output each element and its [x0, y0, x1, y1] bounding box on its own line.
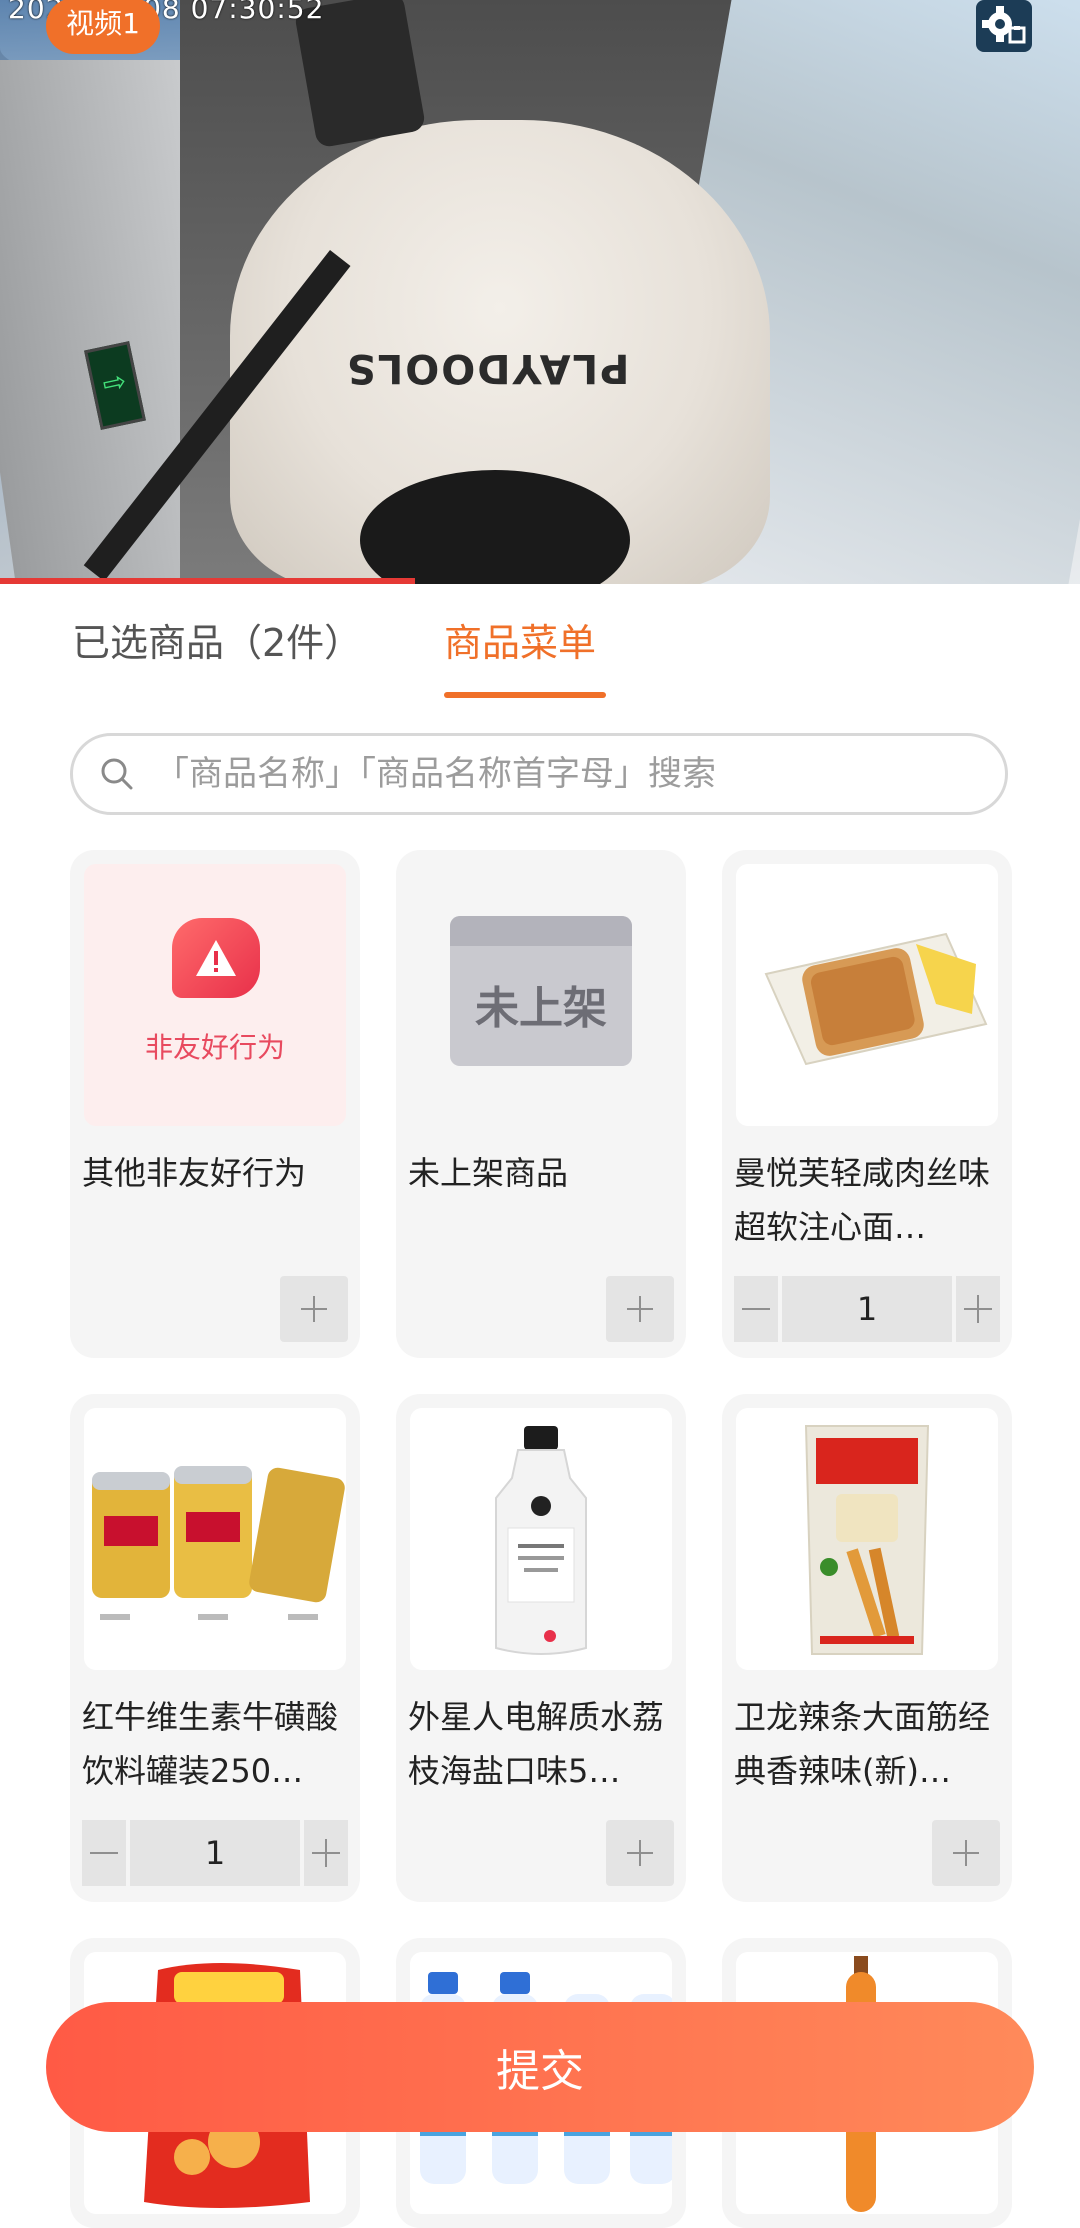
plus-icon — [953, 1840, 979, 1866]
increase-button[interactable] — [956, 1276, 1000, 1342]
product-image: 非友好行为 — [84, 864, 346, 1126]
add-button[interactable] — [280, 1276, 348, 1342]
product-name: 红牛维生素牛磺酸饮料罐装250… — [82, 1698, 339, 1790]
bottle-image — [495, 1426, 587, 1655]
video-feed[interactable]: PLAYDOOLS ⇨ — [0, 0, 1080, 584]
product-image-label: 非友好行为 — [144, 1031, 285, 1064]
quantity-value[interactable]: 1 — [130, 1820, 300, 1886]
product-image — [84, 1408, 346, 1670]
active-tab-indicator — [444, 692, 606, 698]
shirt-print: PLAYDOOLS — [345, 345, 630, 391]
gear-icon — [982, 6, 1026, 44]
product-card[interactable]: 曼悦芙轻咸肉丝味超软注心面… 1 — [722, 850, 1012, 1358]
product-card[interactable]: 红牛维生素牛磺酸饮料罐装250… 1 — [70, 1394, 360, 1902]
video-badge[interactable]: 视频1 — [46, 0, 160, 54]
search-input[interactable] — [153, 753, 997, 795]
product-name: 曼悦芙轻咸肉丝味超软注心面… — [734, 1154, 991, 1246]
warning-triangle-icon — [196, 940, 236, 976]
product-name: 其他非友好行为 — [82, 1154, 307, 1192]
cans-image — [92, 1466, 345, 1620]
plus-icon — [301, 1296, 327, 1322]
plus-icon — [627, 1296, 653, 1322]
product-card[interactable]: 未上架 未上架商品 — [396, 850, 686, 1358]
add-button[interactable] — [606, 1276, 674, 1342]
product-name: 外星人电解质水荔枝海盐口味5… — [408, 1698, 665, 1790]
search-icon — [101, 758, 133, 790]
product-image: 未上架 — [410, 864, 672, 1126]
product-name: 未上架商品 — [408, 1154, 569, 1192]
product-image — [410, 1408, 672, 1670]
tab-product-menu[interactable]: 商品菜单 — [444, 612, 596, 667]
product-card[interactable]: 卫龙辣条大面筋经典香辣味(新)… — [722, 1394, 1012, 1902]
decrease-button[interactable] — [734, 1276, 778, 1342]
plus-icon — [312, 1839, 340, 1867]
product-image — [736, 864, 998, 1126]
submit-button[interactable]: 提交 — [46, 2002, 1034, 2132]
product-name: 卫龙辣条大面筋经典香辣味(新)… — [734, 1698, 991, 1790]
quantity-stepper: 1 — [82, 1820, 348, 1886]
product-card[interactable]: 非友好行为 其他非友好行为 — [70, 850, 360, 1358]
quantity-value[interactable]: 1 — [782, 1276, 952, 1342]
warning-icon — [172, 918, 260, 998]
minus-icon — [742, 1308, 770, 1310]
decrease-button[interactable] — [82, 1820, 126, 1886]
quantity-stepper: 1 — [734, 1276, 1000, 1342]
video-settings-button[interactable] — [976, 0, 1032, 52]
increase-button[interactable] — [304, 1820, 348, 1886]
product-image — [736, 1408, 998, 1670]
bread-package-image — [764, 932, 988, 1066]
tab-bar: 已选商品（2件） 商品菜单 — [0, 584, 1080, 704]
product-image-label: 未上架 — [475, 983, 607, 1034]
add-button[interactable] — [932, 1820, 1000, 1886]
plus-icon — [627, 1840, 653, 1866]
product-card[interactable]: 外星人电解质水荔枝海盐口味5… — [396, 1394, 686, 1902]
snack-package-image — [804, 1425, 930, 1655]
minus-icon — [90, 1852, 118, 1854]
add-button[interactable] — [606, 1820, 674, 1886]
tab-selected-items[interactable]: 已选商品（2件） — [72, 612, 362, 667]
plus-icon — [964, 1295, 992, 1323]
search-bar[interactable] — [70, 733, 1008, 815]
